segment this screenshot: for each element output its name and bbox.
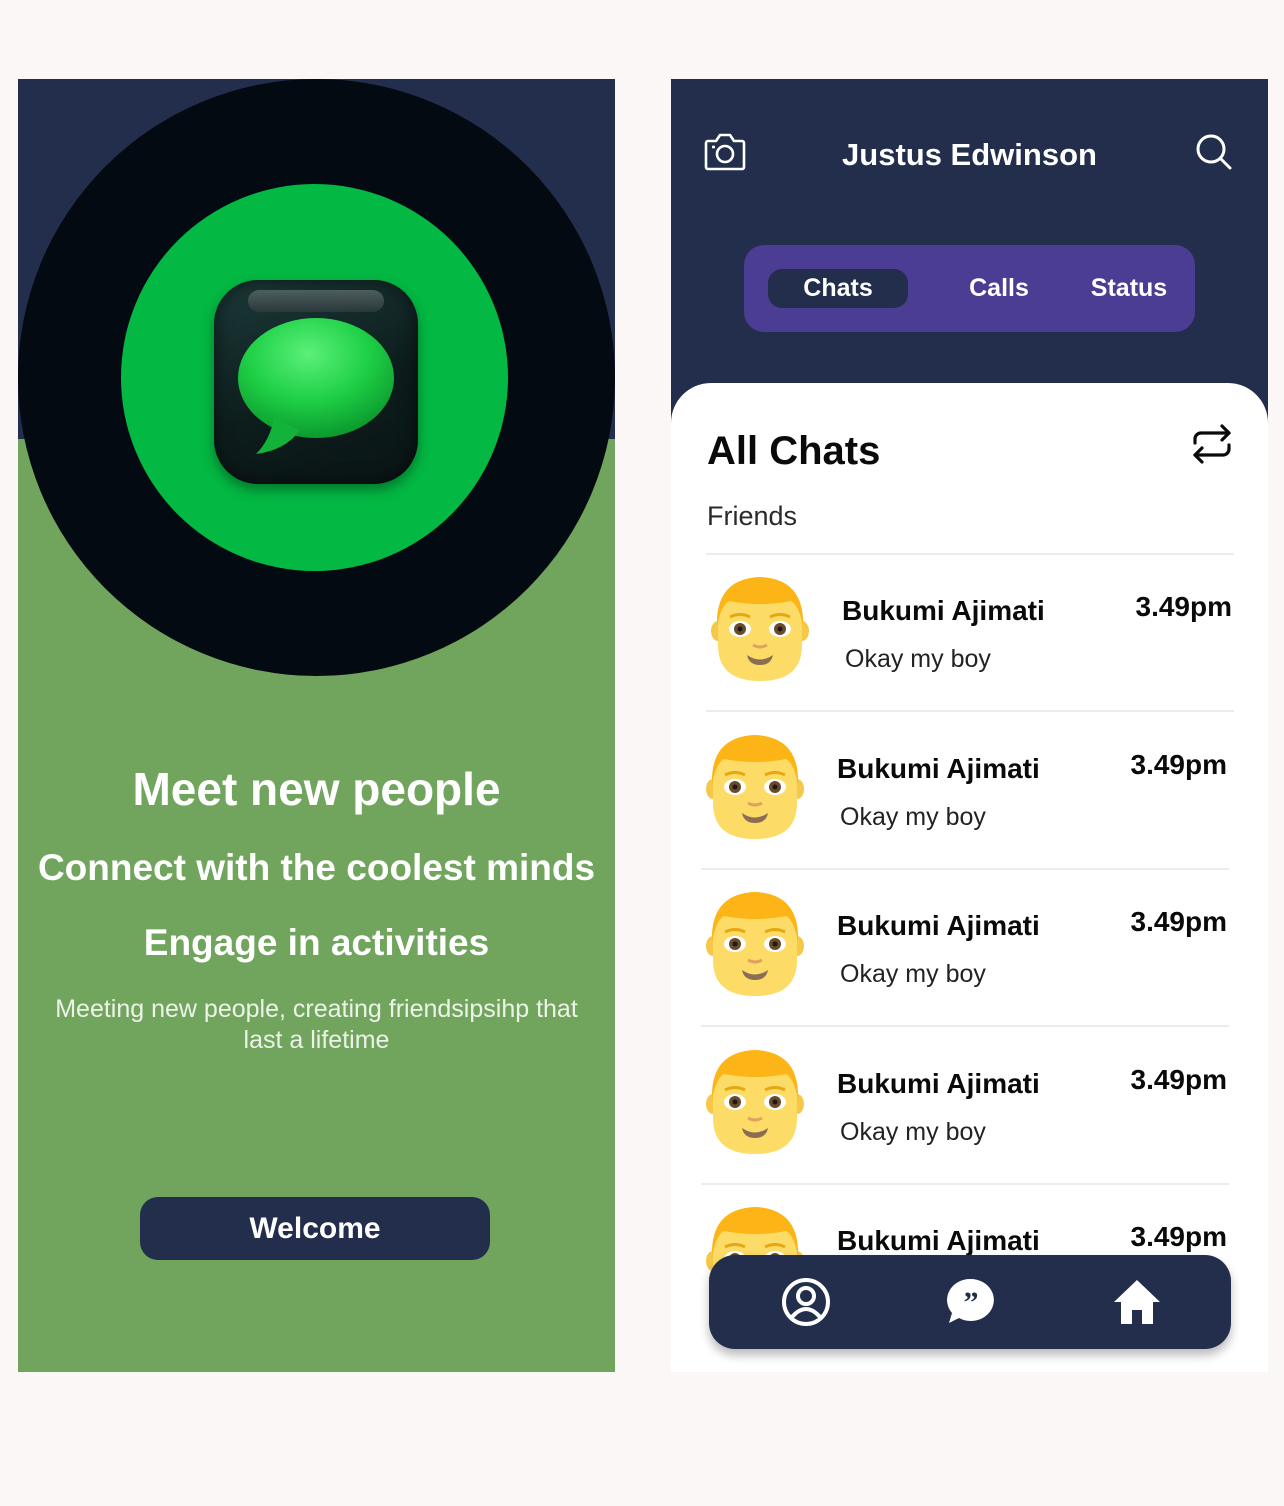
svg-text:”: ”: [964, 1286, 979, 1319]
tab-bar: Chats Calls Status: [744, 245, 1195, 332]
chat-bubble-app-icon: [214, 280, 418, 484]
chat-list-sheet: All Chats Friends Bukumi Ajimati Okay my …: [671, 383, 1268, 1372]
icon-gloss: [248, 290, 384, 312]
header-title: Justus Edwinson: [842, 137, 1097, 172]
onboarding-description: Meeting new people, creating friendsipsi…: [55, 995, 578, 1054]
chat-timestamp: 3.49pm: [1130, 748, 1228, 780]
camera-icon[interactable]: [704, 131, 746, 176]
bottom-nav: ”: [709, 1255, 1231, 1349]
chat-row[interactable]: Bukumi Ajimati Okay my boy 3.49pm: [701, 713, 1231, 870]
tab-calls[interactable]: Calls: [949, 269, 1049, 308]
avatar: [710, 575, 810, 686]
chat-timestamp: 3.49pm: [1130, 1063, 1228, 1095]
avatar: [705, 890, 805, 1001]
logo-circle: [121, 184, 508, 571]
chat-contact-name: Bukumi Ajimati: [837, 910, 1040, 941]
headline-engage: Engage in activities: [143, 922, 490, 963]
chat-timestamp: 3.49pm: [1130, 1221, 1228, 1252]
logo-ring: [18, 79, 615, 676]
chat-last-message: Okay my boy: [840, 1117, 986, 1146]
chat-screen: Justus Edwinson Chats Calls Status All C…: [671, 79, 1268, 1372]
chat-timestamp: 3.49pm: [1135, 591, 1233, 622]
welcome-button[interactable]: Welcome: [140, 1197, 490, 1260]
headline-connect: Connect with the coolest minds: [37, 847, 596, 888]
chat-last-message: Okay my boy: [845, 645, 991, 673]
chat-contact-name: Bukumi Ajimati: [842, 595, 1045, 626]
chat-contact-name: Bukumi Ajimati: [837, 1225, 1040, 1256]
tab-status[interactable]: Status: [1079, 269, 1179, 308]
avatar: [705, 733, 805, 844]
chat-last-message: Okay my boy: [840, 802, 986, 831]
headline-meet: Meet new people: [132, 763, 501, 815]
section-title: All Chats: [707, 429, 881, 473]
chat-last-message: Okay my boy: [840, 960, 986, 988]
chat-quote-icon[interactable]: ”: [945, 1276, 997, 1333]
home-icon[interactable]: [1111, 1276, 1163, 1333]
speech-bubble-icon: [238, 318, 394, 454]
avatar: [705, 1048, 805, 1159]
chat-row[interactable]: Bukumi Ajimati Okay my boy 3.49pm: [701, 870, 1231, 1027]
chat-timestamp: 3.49pm: [1130, 906, 1228, 937]
chat-row[interactable]: Bukumi Ajimati Okay my boy 3.49pm: [706, 555, 1236, 712]
search-icon[interactable]: [1195, 133, 1233, 176]
onboarding-screen: Meet new people Connect with the coolest…: [18, 79, 615, 1372]
tab-chats[interactable]: Chats: [768, 269, 908, 308]
chat-contact-name: Bukumi Ajimati: [837, 752, 1040, 784]
refresh-icon[interactable]: [1189, 423, 1235, 470]
chat-contact-name: Bukumi Ajimati: [837, 1067, 1040, 1099]
group-label: Friends: [707, 501, 798, 531]
profile-icon[interactable]: [780, 1276, 832, 1333]
chat-row[interactable]: Bukumi Ajimati Okay my boy 3.49pm: [701, 1028, 1231, 1185]
